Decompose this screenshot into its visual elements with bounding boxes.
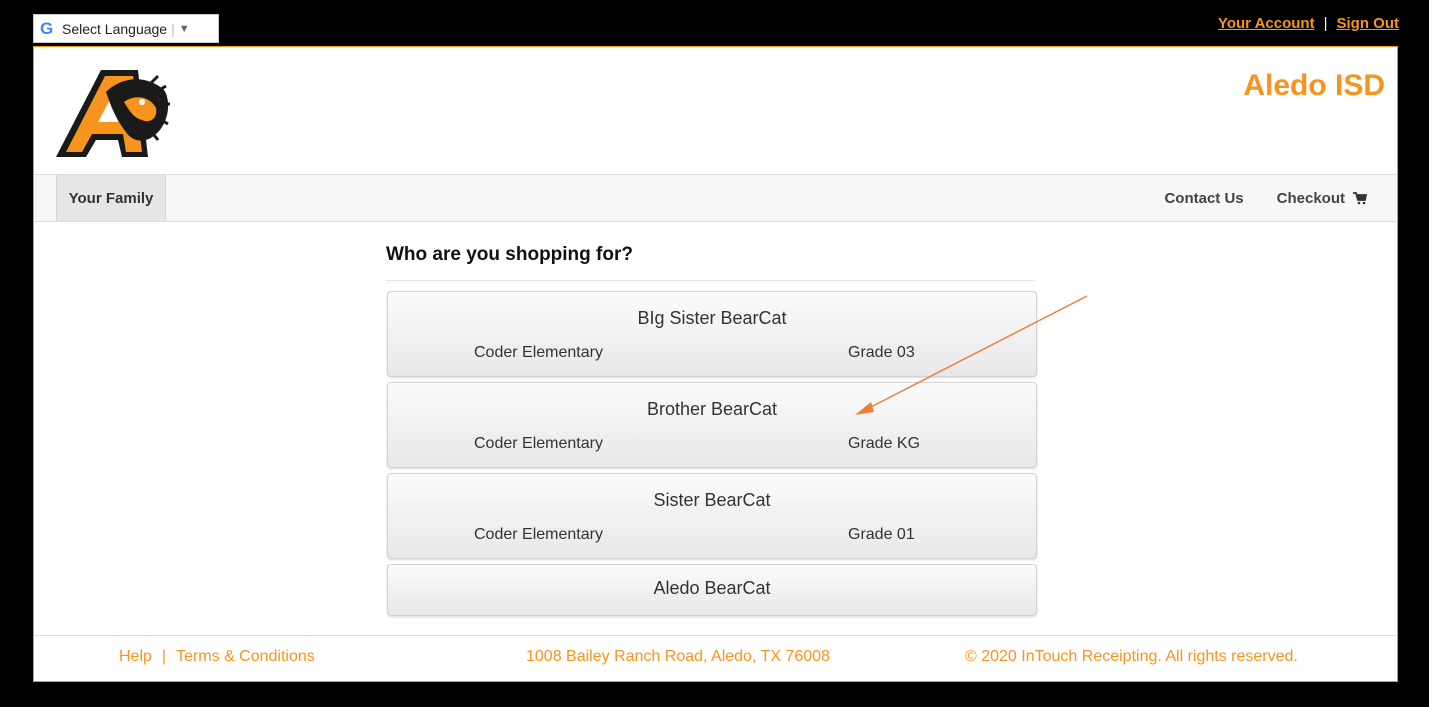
account-divider: | [1323,15,1328,32]
your-account-link[interactable]: Your Account [1218,15,1315,32]
student-grade: Grade 01 [848,526,915,543]
nav-right: Contact Us Checkout [1131,175,1367,221]
student-school: Coder Elementary [474,344,603,361]
student-grade: Grade 03 [848,344,915,361]
student-name: BIg Sister BearCat [637,308,787,328]
language-selector-divider: | [171,20,175,37]
page-title: Who are you shopping for? [386,244,1035,281]
language-selector-label: Select Language [62,20,168,37]
student-grade: Grade KG [848,435,921,452]
student-name: Aledo BearCat [653,578,771,598]
student-school: Coder Elementary [474,435,603,452]
contact-us-link[interactable]: Contact Us [1164,190,1243,207]
district-name: Aledo ISD [1243,69,1385,102]
checkout-label: Checkout [1276,189,1345,207]
footer-divider: | [161,648,167,665]
student-name: Brother BearCat [646,399,778,419]
account-links: Your Account | Sign Out [1218,15,1399,32]
cart-icon [1353,192,1367,205]
dropdown-arrow-icon: ▼ [178,22,190,35]
student-card[interactable]: Sister BearCat Coder Elementary Grade 01 [387,473,1037,559]
google-icon: G [40,18,54,38]
footer-copyright: © 2020 InTouch Receipting. All rights re… [965,648,1298,665]
student-card[interactable]: BIg Sister BearCat Coder Elementary Grad… [387,291,1037,377]
student-school: Coder Elementary [474,526,603,543]
footer-address: 1008 Bailey Ranch Road, Aledo, TX 76008 [526,648,830,665]
nav-bar: Your Family Contact Us Checkout [34,175,1397,222]
tab-your-family[interactable]: Your Family [56,175,166,221]
student-card[interactable]: Aledo BearCat [387,564,1037,616]
footer-links: Help | Terms & Conditions [119,648,315,666]
student-card[interactable]: Brother BearCat Coder Elementary Grade K… [387,382,1037,468]
aledo-bearcat-logo [56,70,170,157]
sign-out-link[interactable]: Sign Out [1337,15,1400,32]
student-name: Sister BearCat [653,490,771,510]
terms-link[interactable]: Terms & Conditions [176,648,315,665]
checkout-link[interactable]: Checkout [1277,190,1367,207]
language-selector[interactable]: G Select Language | ▼ [33,14,219,43]
page-frame: Aledo ISD Your Family Contact Us Checkou… [33,46,1398,682]
footer: Help | Terms & Conditions 1008 Bailey Ranc… [34,635,1397,681]
header: Aledo ISD [34,47,1397,175]
student-list: BIg Sister BearCat Coder Elementary Grad… [387,291,1037,621]
help-link[interactable]: Help [119,648,152,665]
